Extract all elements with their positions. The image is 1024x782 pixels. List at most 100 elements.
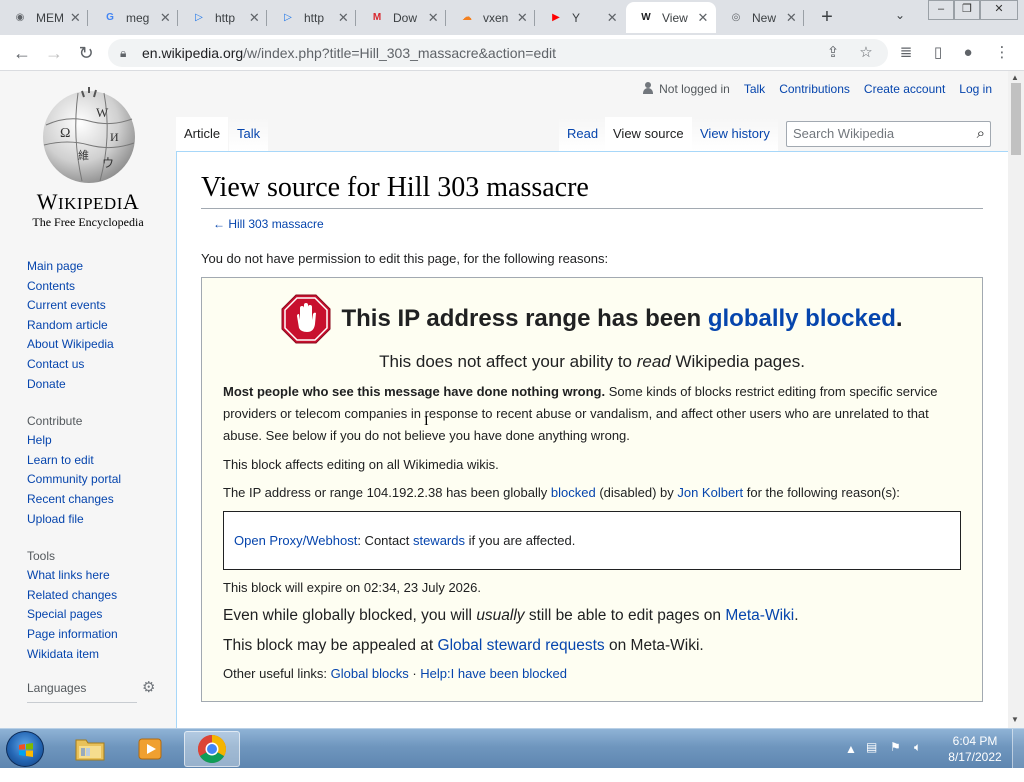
tab-view-source[interactable]: View source	[605, 117, 692, 151]
share-icon[interactable]: ⇪	[823, 43, 843, 63]
minimize-button[interactable]: –	[928, 0, 954, 20]
create-account-link[interactable]: Create account	[864, 82, 945, 96]
browser-tab[interactable]: ◉ MEM ✕	[0, 2, 88, 33]
start-button[interactable]	[6, 731, 44, 767]
block-reason-box: Open Proxy/Webhost: Contact stewards if …	[223, 511, 961, 570]
browser-tab[interactable]: ▶ Y ✕	[536, 2, 625, 33]
close-tab-icon[interactable]: ✕	[248, 10, 261, 26]
sidebar-nav-link[interactable]: Contact us	[27, 355, 167, 375]
sidebar-tools-link[interactable]: What links here	[27, 566, 167, 586]
sidebar-nav-link[interactable]: Donate	[27, 375, 167, 395]
close-tab-icon[interactable]: ✕	[69, 10, 82, 26]
media-queue-icon[interactable]: ≣	[896, 43, 916, 63]
tab-search-chevron-icon[interactable]: ⌄	[895, 8, 905, 22]
sidebar-contribute-link[interactable]: Upload file	[27, 510, 167, 530]
not-logged-in-label: Not logged in	[659, 82, 730, 96]
browser-tab[interactable]: Gmeg ✕	[90, 2, 178, 33]
network-icon[interactable]: ▤	[866, 740, 877, 780]
address-bar[interactable]: 🔒︎ en.wikipedia.org/w/index.php?title=Hi…	[108, 39, 888, 67]
tab-read[interactable]: Read	[559, 117, 607, 151]
sidebar-tools-link[interactable]: Related changes	[27, 586, 167, 606]
browser-tab[interactable]: ▷ http ✕	[179, 2, 267, 33]
show-desktop-button[interactable]	[1012, 729, 1024, 769]
close-tab-icon[interactable]: ✕	[426, 10, 440, 26]
blocked-link[interactable]: blocked	[551, 485, 596, 500]
clock-date: 8/17/2022	[948, 750, 1002, 764]
back-to-article-link[interactable]: ← Hill 303 massacre	[213, 217, 984, 231]
file-explorer-taskbar-button[interactable]	[62, 731, 118, 767]
forward-arrow-icon[interactable]: →	[42, 41, 66, 65]
sidebar-nav-link[interactable]: Random article	[27, 316, 167, 336]
sidebar-tools-link[interactable]: Wikidata item	[27, 645, 167, 665]
sidebar-nav-link[interactable]: Current events	[27, 296, 167, 316]
close-window-button[interactable]: ✕	[980, 0, 1018, 20]
close-tab-icon[interactable]: ✕	[337, 10, 350, 26]
github-icon: ◉	[15, 12, 25, 23]
stewards-link[interactable]: stewards	[413, 533, 465, 548]
close-tab-icon[interactable]: ✕	[159, 10, 172, 26]
sub-pre: This does not affect your ability to	[379, 352, 637, 371]
useful-pre: Other useful links:	[223, 666, 331, 681]
browser-tab[interactable]: ◎ New ✕	[716, 2, 804, 33]
sidebar-contribute-link[interactable]: Community portal	[27, 470, 167, 490]
language-settings-gear-icon[interactable]: ⚙	[142, 678, 155, 698]
scroll-down-arrow-icon[interactable]: ▼	[1011, 715, 1019, 724]
show-hidden-icons-icon[interactable]: ▲	[845, 742, 857, 782]
meta-wiki-link[interactable]: Meta-Wiki	[725, 607, 794, 624]
folder-icon	[75, 739, 105, 761]
browser-tab[interactable]: ☁ vxen ✕	[447, 2, 535, 33]
close-tab-icon[interactable]: ✕	[785, 10, 798, 26]
sidebar-nav-link[interactable]: About Wikipedia	[27, 335, 167, 355]
browser-menu-icon[interactable]: ⋮	[992, 43, 1012, 63]
sidebar-tools-link[interactable]: Page information	[27, 625, 167, 645]
volume-icon[interactable]: 🔈︎	[914, 740, 921, 780]
lock-icon: 🔒︎	[120, 46, 127, 60]
search-input[interactable]: Search Wikipedia ⌕	[786, 121, 991, 147]
contributions-link[interactable]: Contributions	[779, 82, 850, 96]
side-panel-icon[interactable]: ▯	[928, 43, 948, 63]
global-steward-requests-link[interactable]: Global steward requests	[438, 637, 605, 654]
url-path: /w/index.php?title=Hill_303_massacre&act…	[243, 45, 557, 61]
chrome-taskbar-button[interactable]	[184, 731, 240, 767]
search-icon[interactable]: ⌕	[977, 122, 985, 146]
close-tab-icon[interactable]: ✕	[516, 10, 529, 26]
system-clock[interactable]: 6:04 PM 8/17/2022	[944, 733, 1006, 765]
sidebar-contribute-link[interactable]: Learn to edit	[27, 451, 167, 471]
sidebar-nav-link[interactable]: Main page	[27, 257, 167, 277]
help-blocked-link[interactable]: Help:I have been blocked	[420, 666, 567, 681]
cloudflare-icon: ☁	[462, 12, 472, 23]
action-center-flag-icon[interactable]: ⚑	[890, 740, 901, 780]
close-tab-icon[interactable]: ✕	[605, 10, 619, 26]
scrollbar-thumb[interactable]	[1011, 83, 1021, 155]
browser-tab[interactable]: W View ✕	[626, 2, 716, 33]
log-in-link[interactable]: Log in	[959, 82, 992, 96]
browser-tab[interactable]: M Dow ✕	[357, 2, 446, 33]
sidebar-nav-link[interactable]: Contents	[27, 277, 167, 297]
sidebar-tools-link[interactable]: Special pages	[27, 605, 167, 625]
sidebar-contribute-link[interactable]: Help	[27, 431, 167, 451]
play-icon: ▷	[195, 12, 203, 23]
browser-tab[interactable]: ▷ http ✕	[268, 2, 356, 33]
open-proxy-link[interactable]: Open Proxy/Webhost	[234, 533, 357, 548]
personal-talk-link[interactable]: Talk	[744, 82, 765, 96]
page-scrollbar[interactable]: ▲ ▼	[1008, 71, 1024, 728]
tab-article[interactable]: Article	[176, 117, 229, 151]
new-tab-button[interactable]: +	[815, 6, 839, 30]
clock-time: 6:04 PM	[952, 734, 998, 748]
restore-button[interactable]: ❐	[954, 0, 980, 20]
chrome-icon	[198, 735, 226, 763]
bookmark-star-icon[interactable]: ☆	[856, 43, 876, 63]
back-arrow-icon[interactable]: ←	[10, 41, 34, 65]
tab-view-history[interactable]: View history	[692, 117, 778, 151]
scroll-up-arrow-icon[interactable]: ▲	[1011, 73, 1019, 82]
jon-kolbert-link[interactable]: Jon Kolbert	[677, 485, 743, 500]
chrome-icon: ◎	[731, 12, 741, 23]
global-blocks-link[interactable]: Global blocks	[331, 666, 409, 681]
sidebar-contribute-link[interactable]: Recent changes	[27, 490, 167, 510]
close-tab-icon[interactable]: ✕	[696, 10, 710, 26]
globally-blocked-link[interactable]: globally blocked	[708, 305, 896, 332]
tab-talk[interactable]: Talk	[229, 117, 269, 151]
media-player-taskbar-button[interactable]	[122, 731, 178, 767]
reload-icon[interactable]: ↻	[74, 41, 98, 65]
profile-avatar-icon[interactable]: ●	[958, 43, 978, 63]
